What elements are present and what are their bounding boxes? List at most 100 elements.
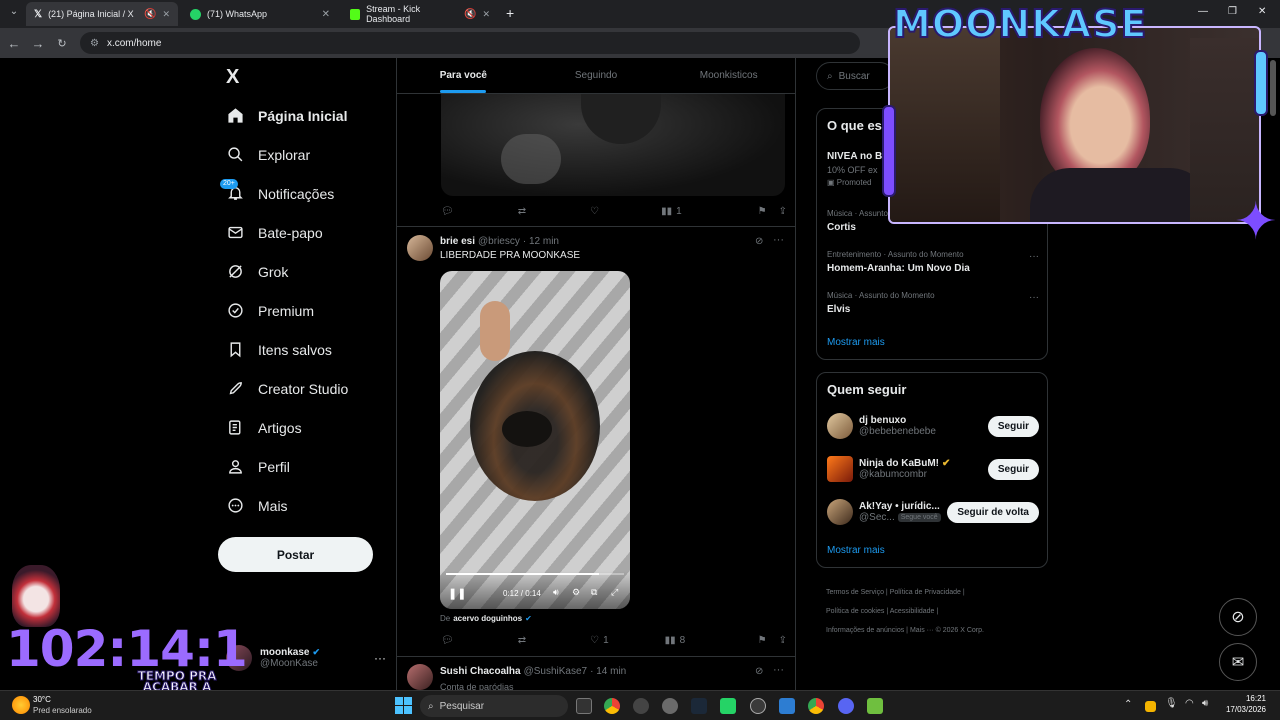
pause-icon[interactable]: ❚❚ xyxy=(448,587,466,600)
post-time[interactable]: · 14 min xyxy=(590,666,626,677)
bookmark-icon[interactable]: ⚑ xyxy=(758,206,767,217)
weather-temp[interactable]: 30°C xyxy=(33,695,51,704)
chrome-icon[interactable] xyxy=(604,698,620,714)
avatar[interactable] xyxy=(827,413,853,439)
address-bar[interactable]: ⚙ x.com/home xyxy=(80,32,860,54)
fullscreen-icon[interactable]: ⤢ xyxy=(611,587,618,598)
reply-icon[interactable]: 💬︎ xyxy=(441,206,454,217)
post-time[interactable]: · 12 min xyxy=(523,236,559,247)
discord-icon[interactable] xyxy=(838,698,854,714)
scrollbar-thumb[interactable] xyxy=(1270,60,1276,116)
volume-icon[interactable]: 🔊︎ xyxy=(553,587,559,598)
post-more-icon[interactable]: ··· xyxy=(773,664,784,676)
steam-icon[interactable] xyxy=(691,698,707,714)
nav-item-chat[interactable]: Bate-papo xyxy=(210,213,396,252)
video-progress-track[interactable] xyxy=(446,573,624,575)
app-icon[interactable] xyxy=(662,698,678,714)
avatar[interactable] xyxy=(827,499,853,525)
author-handle[interactable]: @SushiKase7 xyxy=(524,666,588,677)
close-tab-icon[interactable]: ✕ xyxy=(162,9,170,20)
post-more-icon[interactable]: ··· xyxy=(773,234,784,246)
nav-item-more[interactable]: Mais xyxy=(210,486,396,525)
obs-icon[interactable] xyxy=(633,698,649,714)
grok-icon[interactable]: ⊘ xyxy=(755,236,763,247)
close-window-button[interactable]: ✕ xyxy=(1258,6,1266,17)
follow-suggestion[interactable]: Ak!Yay • jurídic... @Sec... Segue você Se… xyxy=(827,497,1039,527)
grok-icon[interactable]: ⊘ xyxy=(755,666,763,677)
post-item[interactable]: brie esi @briescy · 12 min ⊘ ··· LIBERDA… xyxy=(397,227,795,657)
tab-search-icon[interactable]: ⌄ xyxy=(2,6,26,17)
x-logo-icon[interactable]: X xyxy=(210,58,396,96)
clock-time[interactable]: 16:21 xyxy=(1222,694,1266,703)
task-view-icon[interactable] xyxy=(576,698,592,714)
trend-item[interactable]: Música · Assunto do Momento Elvis xyxy=(827,291,1037,315)
pip-icon[interactable]: ⧉ xyxy=(591,587,597,598)
browser-tab-whatsapp[interactable]: (71) WhatsApp ✕ xyxy=(182,2,338,26)
tab-moonkisticos[interactable]: Moonkisticos xyxy=(662,58,795,93)
volume-icon[interactable]: 🔊︎ xyxy=(1202,698,1208,709)
messages-float-button[interactable]: ✉ xyxy=(1219,643,1257,681)
footer-link[interactable]: Informações de anúncios xyxy=(826,627,904,634)
footer-link[interactable]: Política de Privacidade xyxy=(890,589,961,596)
browser-tab-x[interactable]: 𝕏 (21) Página Inicial / X 🔇 ✕ xyxy=(26,2,178,26)
views-button[interactable]: ▮▮ 1 xyxy=(661,206,682,217)
clock-date[interactable]: 17/03/2026 xyxy=(1222,705,1266,714)
site-info-icon[interactable]: ⚙ xyxy=(90,38,99,49)
follow-suggestion[interactable]: Ninja do KaBuM! ✔ @kabumcombr Seguir xyxy=(827,454,1039,484)
search-input[interactable]: ⌕ Buscar xyxy=(816,62,894,90)
nav-item-grok[interactable]: Grok xyxy=(210,252,396,291)
close-tab-icon[interactable]: ✕ xyxy=(482,9,490,20)
reply-icon[interactable]: 💬︎ xyxy=(441,635,454,646)
show-more-suggestions[interactable]: Mostrar mais xyxy=(827,545,885,556)
trend-item[interactable]: Entretenimento · Assunto do Momento Home… xyxy=(827,250,1037,274)
account-switcher[interactable]: moonkase ✔ @MoonKase ··· xyxy=(226,640,386,676)
author-handle[interactable]: @briescy xyxy=(478,236,520,247)
nav-item-explore[interactable]: Explorar xyxy=(210,135,396,174)
bookmark-icon[interactable]: ⚑ xyxy=(758,635,767,646)
minimize-button[interactable]: — xyxy=(1198,6,1208,17)
new-tab-button[interactable]: + xyxy=(506,5,514,21)
mute-icon[interactable]: 🔇 xyxy=(464,9,476,20)
nav-item-creator-studio[interactable]: Creator Studio xyxy=(210,369,396,408)
follow-button[interactable]: Seguir xyxy=(987,458,1039,480)
video-player[interactable]: ❚❚ 0:12 / 0:14 🔊︎ ⚙ ⧉ ⤢ xyxy=(440,271,630,609)
post-image[interactable] xyxy=(441,94,785,196)
like-button[interactable]: ♡ 1 xyxy=(590,635,609,646)
repost-icon[interactable]: ⇄ xyxy=(518,206,526,217)
footer-link[interactable]: Acessibilidade xyxy=(890,608,935,615)
weather-desc[interactable]: Pred ensolarado xyxy=(33,706,92,715)
author-name[interactable]: brie esi xyxy=(440,236,475,247)
tray-chevron-icon[interactable]: ⌃ xyxy=(1124,699,1132,710)
browser-tab-kick[interactable]: Stream - Kick Dashboard 🔇 ✕ xyxy=(342,2,498,26)
avatar[interactable] xyxy=(827,456,853,482)
weather-sun-icon[interactable] xyxy=(12,696,30,714)
views-button[interactable]: ▮▮ 8 xyxy=(665,635,686,646)
nav-item-home[interactable]: Página Inicial xyxy=(210,96,396,135)
nav-item-articles[interactable]: Artigos xyxy=(210,408,396,447)
like-icon[interactable]: ♡ xyxy=(590,206,599,217)
trend-more-icon[interactable]: ··· xyxy=(1029,251,1039,262)
wifi-icon[interactable]: ◠ xyxy=(1185,698,1194,709)
post-button[interactable]: Postar xyxy=(218,537,373,572)
avatar[interactable] xyxy=(407,664,433,690)
maximize-button[interactable]: ❐ xyxy=(1228,6,1237,17)
share-icon[interactable]: ⇪ xyxy=(779,635,787,646)
footer-link[interactable]: Política de cookies xyxy=(826,608,884,615)
repost-icon[interactable]: ⇄ xyxy=(518,635,526,646)
show-more-trends[interactable]: Mostrar mais xyxy=(827,337,885,348)
close-tab-icon[interactable]: ✕ xyxy=(322,9,330,20)
grok-float-button[interactable]: ⊘ xyxy=(1219,598,1257,636)
tray-app-icon[interactable] xyxy=(1145,701,1156,712)
trend-more-icon[interactable]: ··· xyxy=(1029,292,1039,303)
forward-icon[interactable]: → xyxy=(26,36,50,51)
author-name[interactable]: Sushi Chacoalha xyxy=(440,666,521,677)
source-account[interactable]: acervo doguinhos xyxy=(453,614,522,623)
microphone-icon[interactable]: 🎙︎ xyxy=(1165,698,1178,709)
tab-for-you[interactable]: Para você xyxy=(397,58,530,93)
account-more-icon[interactable]: ··· xyxy=(374,651,386,665)
footer-link[interactable]: Termos de Serviço xyxy=(826,589,884,596)
share-icon[interactable]: ⇪ xyxy=(779,206,787,217)
app-icon[interactable] xyxy=(779,698,795,714)
whatsapp-icon[interactable] xyxy=(720,698,736,714)
taskbar-search[interactable]: ⌕ Pesquisar xyxy=(420,695,568,717)
